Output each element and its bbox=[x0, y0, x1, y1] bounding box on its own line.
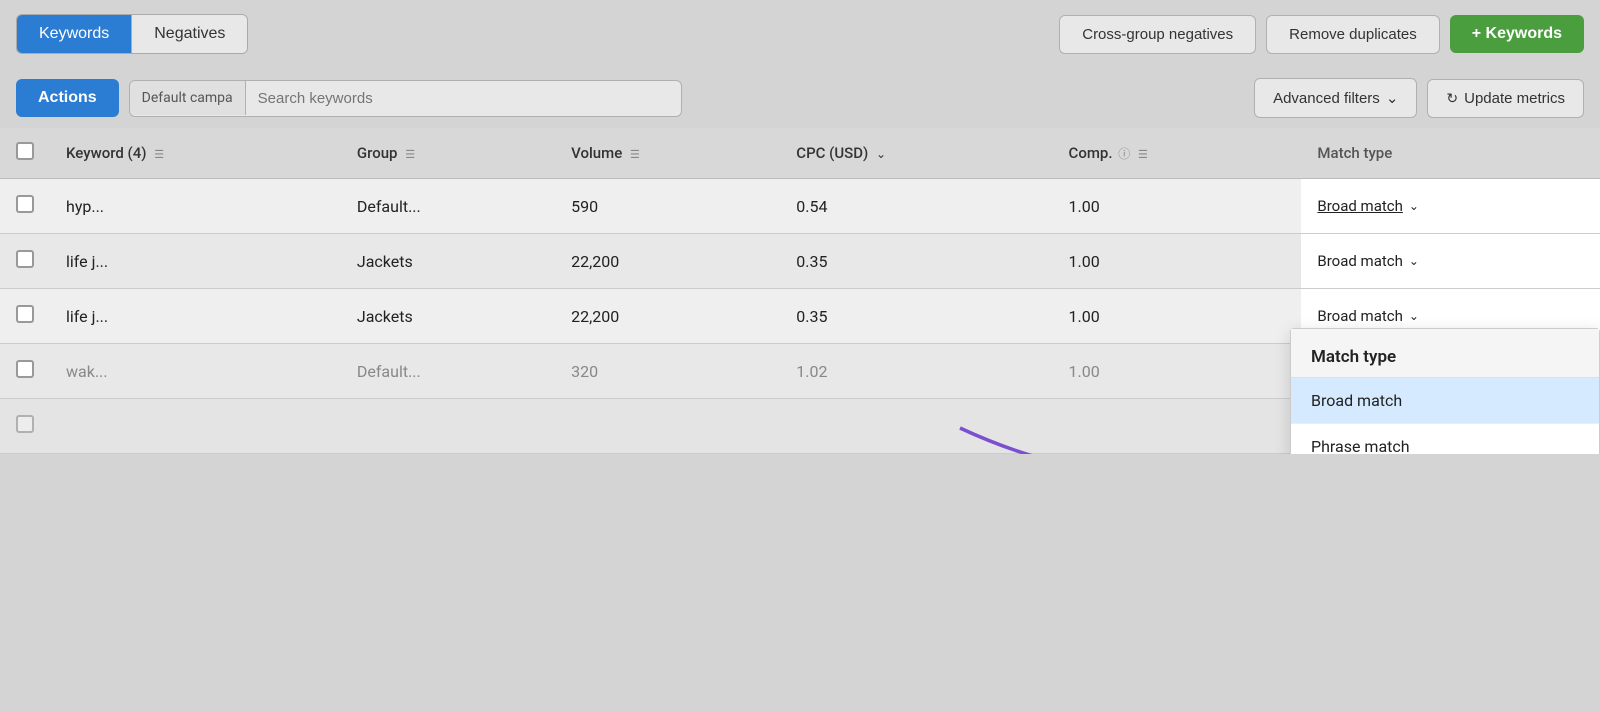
row-checkbox-cell bbox=[0, 344, 50, 399]
advanced-filters-button[interactable]: Advanced filters ⌄ bbox=[1254, 78, 1417, 118]
row-checkbox-cell bbox=[0, 399, 50, 454]
row-match-type: Broad match ⌄ bbox=[1301, 234, 1600, 289]
group-sort-icon[interactable]: ☰ bbox=[405, 148, 415, 161]
row-volume: 590 bbox=[555, 179, 780, 234]
row-group: Jackets bbox=[341, 289, 555, 344]
row-keyword: life j... bbox=[50, 289, 341, 344]
row-cpc: 1.02 bbox=[780, 344, 1052, 399]
row-volume bbox=[555, 399, 780, 454]
dropdown-option-broad-match[interactable]: Broad match bbox=[1291, 378, 1599, 424]
row-comp: 1.00 bbox=[1053, 234, 1302, 289]
row-match-type: Broad match ⌄ bbox=[1301, 179, 1600, 234]
row-keyword: hyp... bbox=[50, 179, 341, 234]
row-checkbox[interactable] bbox=[16, 250, 34, 268]
row-keyword bbox=[50, 399, 341, 454]
match-type-cell-value: Broad match ⌄ bbox=[1317, 307, 1584, 325]
row-keyword: life j... bbox=[50, 234, 341, 289]
search-prefix: Default campa bbox=[130, 81, 246, 115]
row-comp: 1.00 bbox=[1053, 344, 1302, 399]
match-type-chevron-icon[interactable]: ⌄ bbox=[1409, 199, 1419, 213]
cross-group-negatives-button[interactable]: Cross-group negatives bbox=[1059, 15, 1256, 54]
row-group bbox=[341, 399, 555, 454]
comp-info-icon[interactable]: ⓘ bbox=[1118, 145, 1130, 162]
search-input[interactable] bbox=[246, 81, 682, 116]
row-checkbox[interactable] bbox=[16, 195, 34, 213]
tab-group: Keywords Negatives bbox=[16, 14, 248, 54]
row-cpc: 0.35 bbox=[780, 234, 1052, 289]
add-keywords-button[interactable]: + Keywords bbox=[1450, 15, 1584, 53]
match-chevron-icon[interactable]: ⌄ bbox=[1409, 309, 1419, 323]
row-group: Default... bbox=[341, 344, 555, 399]
update-metrics-button[interactable]: ↻ Update metrics bbox=[1427, 79, 1584, 118]
comp-sort-icon[interactable]: ☰ bbox=[1138, 148, 1148, 161]
row-volume: 320 bbox=[555, 344, 780, 399]
row-checkbox[interactable] bbox=[16, 360, 34, 378]
row-checkbox-cell bbox=[0, 289, 50, 344]
advanced-filters-label: Advanced filters bbox=[1273, 90, 1380, 107]
tab-keywords[interactable]: Keywords bbox=[17, 15, 132, 53]
dropdown-header: Match type bbox=[1291, 329, 1599, 378]
row-comp: 1.00 bbox=[1053, 289, 1302, 344]
th-group: Group ☰ bbox=[341, 128, 555, 179]
row-keyword: wak... bbox=[50, 344, 341, 399]
refresh-icon: ↻ bbox=[1446, 90, 1458, 107]
tab-negatives[interactable]: Negatives bbox=[132, 15, 247, 53]
th-keyword: Keyword (4) ☰ bbox=[50, 128, 341, 179]
update-metrics-label: Update metrics bbox=[1464, 90, 1565, 107]
th-cpc: CPC (USD) ⌄ bbox=[780, 128, 1052, 179]
table-row: life j... Jackets 22,200 0.35 1.00 Broad… bbox=[0, 234, 1600, 289]
table-container: Keyword (4) ☰ Group ☰ Volume ☰ CPC (USD)… bbox=[0, 128, 1600, 454]
th-match-type: Match type bbox=[1301, 128, 1600, 179]
row-cpc: 0.35 bbox=[780, 289, 1052, 344]
row-volume: 22,200 bbox=[555, 289, 780, 344]
actions-button[interactable]: Actions bbox=[16, 79, 119, 117]
row-checkbox-cell bbox=[0, 234, 50, 289]
row-volume: 22,200 bbox=[555, 234, 780, 289]
select-all-checkbox[interactable] bbox=[16, 142, 34, 160]
match-chevron-icon[interactable]: ⌄ bbox=[1409, 254, 1419, 268]
toolbar: Actions Default campa Advanced filters ⌄… bbox=[0, 68, 1600, 128]
th-volume: Volume ☰ bbox=[555, 128, 780, 179]
remove-duplicates-button[interactable]: Remove duplicates bbox=[1266, 15, 1440, 54]
keyword-sort-icon[interactable]: ☰ bbox=[154, 148, 164, 161]
row-checkbox[interactable] bbox=[16, 415, 34, 433]
row-comp bbox=[1053, 399, 1302, 454]
select-all-checkbox-cell bbox=[0, 128, 50, 179]
th-comp: Comp. ⓘ ☰ bbox=[1053, 128, 1302, 179]
row-checkbox[interactable] bbox=[16, 305, 34, 323]
row-group: Jackets bbox=[341, 234, 555, 289]
broad-match-link[interactable]: Broad match bbox=[1317, 197, 1403, 215]
cpc-sort-chevron[interactable]: ⌄ bbox=[876, 147, 886, 161]
table-header-row: Keyword (4) ☰ Group ☰ Volume ☰ CPC (USD)… bbox=[0, 128, 1600, 179]
search-container: Default campa bbox=[129, 80, 683, 117]
row-cpc: 0.54 bbox=[780, 179, 1052, 234]
row-cpc bbox=[780, 399, 1052, 454]
row-checkbox-cell bbox=[0, 179, 50, 234]
volume-sort-icon[interactable]: ☰ bbox=[630, 148, 640, 161]
dropdown-options: Broad matchPhrase matchExact matchModifi… bbox=[1291, 378, 1599, 454]
top-bar: Keywords Negatives Cross-group negatives… bbox=[0, 0, 1600, 68]
chevron-down-icon: ⌄ bbox=[1386, 89, 1399, 107]
match-type-cell-value: Broad match ⌄ bbox=[1317, 252, 1584, 270]
dropdown-option-phrase-match[interactable]: Phrase match bbox=[1291, 424, 1599, 454]
match-type-dropdown: Match type Broad matchPhrase matchExact … bbox=[1290, 328, 1600, 454]
row-group: Default... bbox=[341, 179, 555, 234]
table-row: hyp... Default... 590 0.54 1.00 Broad ma… bbox=[0, 179, 1600, 234]
row-comp: 1.00 bbox=[1053, 179, 1302, 234]
